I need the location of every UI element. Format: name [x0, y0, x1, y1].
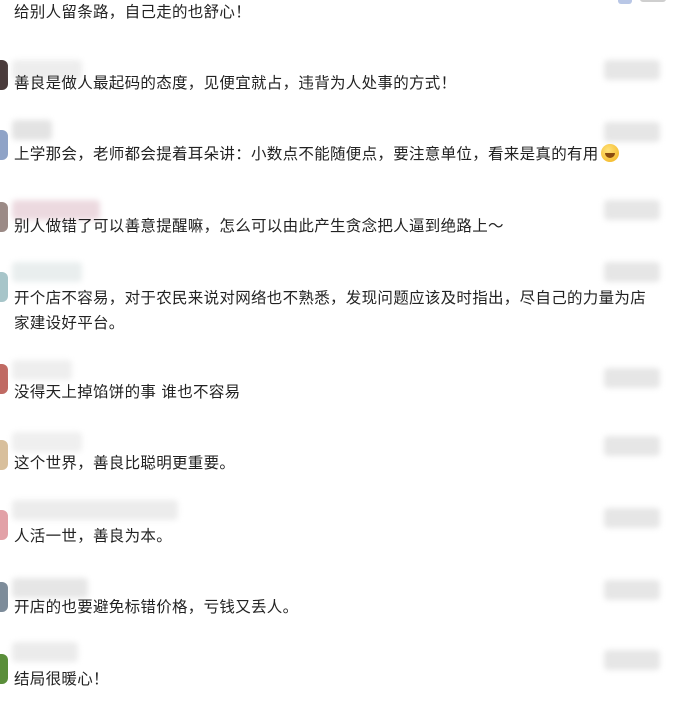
username-blurred	[12, 120, 52, 140]
laughing-emoji-icon	[600, 144, 619, 162]
username-blurred	[12, 432, 82, 452]
comment-text: 没得天上掉馅饼的事 谁也不容易	[14, 383, 241, 401]
avatar[interactable]	[0, 130, 8, 160]
comment-text: 开个店不容易，对于农民来说对网络也不熟悉，发现问题应该及时指出，尽自己的力量为店…	[14, 289, 647, 332]
comment-feed: 给别人留条路，自己走的也舒心！ 善良是做人最起码的态度，见便宜就占，违背为人处事的…	[0, 0, 680, 706]
avatar[interactable]	[0, 60, 8, 90]
avatar[interactable]	[0, 654, 8, 684]
comment-text: 给别人留条路，自己走的也舒心！	[14, 3, 252, 21]
comment-text: 别人做错了可以善意提醒嘛，怎么可以由此产生贪念把人逼到绝路上～	[14, 217, 504, 235]
username-blurred	[12, 360, 72, 380]
comment-text: 这个世界，善良比聪明更重要。	[14, 454, 236, 472]
avatar[interactable]	[0, 364, 8, 394]
username-blurred	[12, 262, 82, 282]
comment-text: 善良是做人最起码的态度，见便宜就占，违背为人处事的方式！	[14, 74, 457, 92]
username-blurred	[12, 642, 78, 662]
comment-text: 开店的也要避免标错价格，亏钱又丢人。	[14, 598, 299, 616]
like-count-blurred[interactable]	[604, 122, 660, 142]
avatar[interactable]	[0, 202, 8, 232]
like-count-blurred[interactable]	[604, 262, 660, 282]
comment-text: 结局很暖心！	[14, 670, 109, 688]
avatar[interactable]	[0, 440, 8, 470]
avatar[interactable]	[0, 582, 8, 612]
comment-text: 上学那会，老师都会提着耳朵讲：小数点不能随便点，要注意单位，看来是真的有用	[14, 142, 654, 167]
avatar[interactable]	[0, 510, 8, 540]
username-blurred	[12, 500, 178, 520]
comment-text: 人活一世，善良为本。	[14, 527, 173, 545]
avatar[interactable]	[0, 272, 8, 302]
